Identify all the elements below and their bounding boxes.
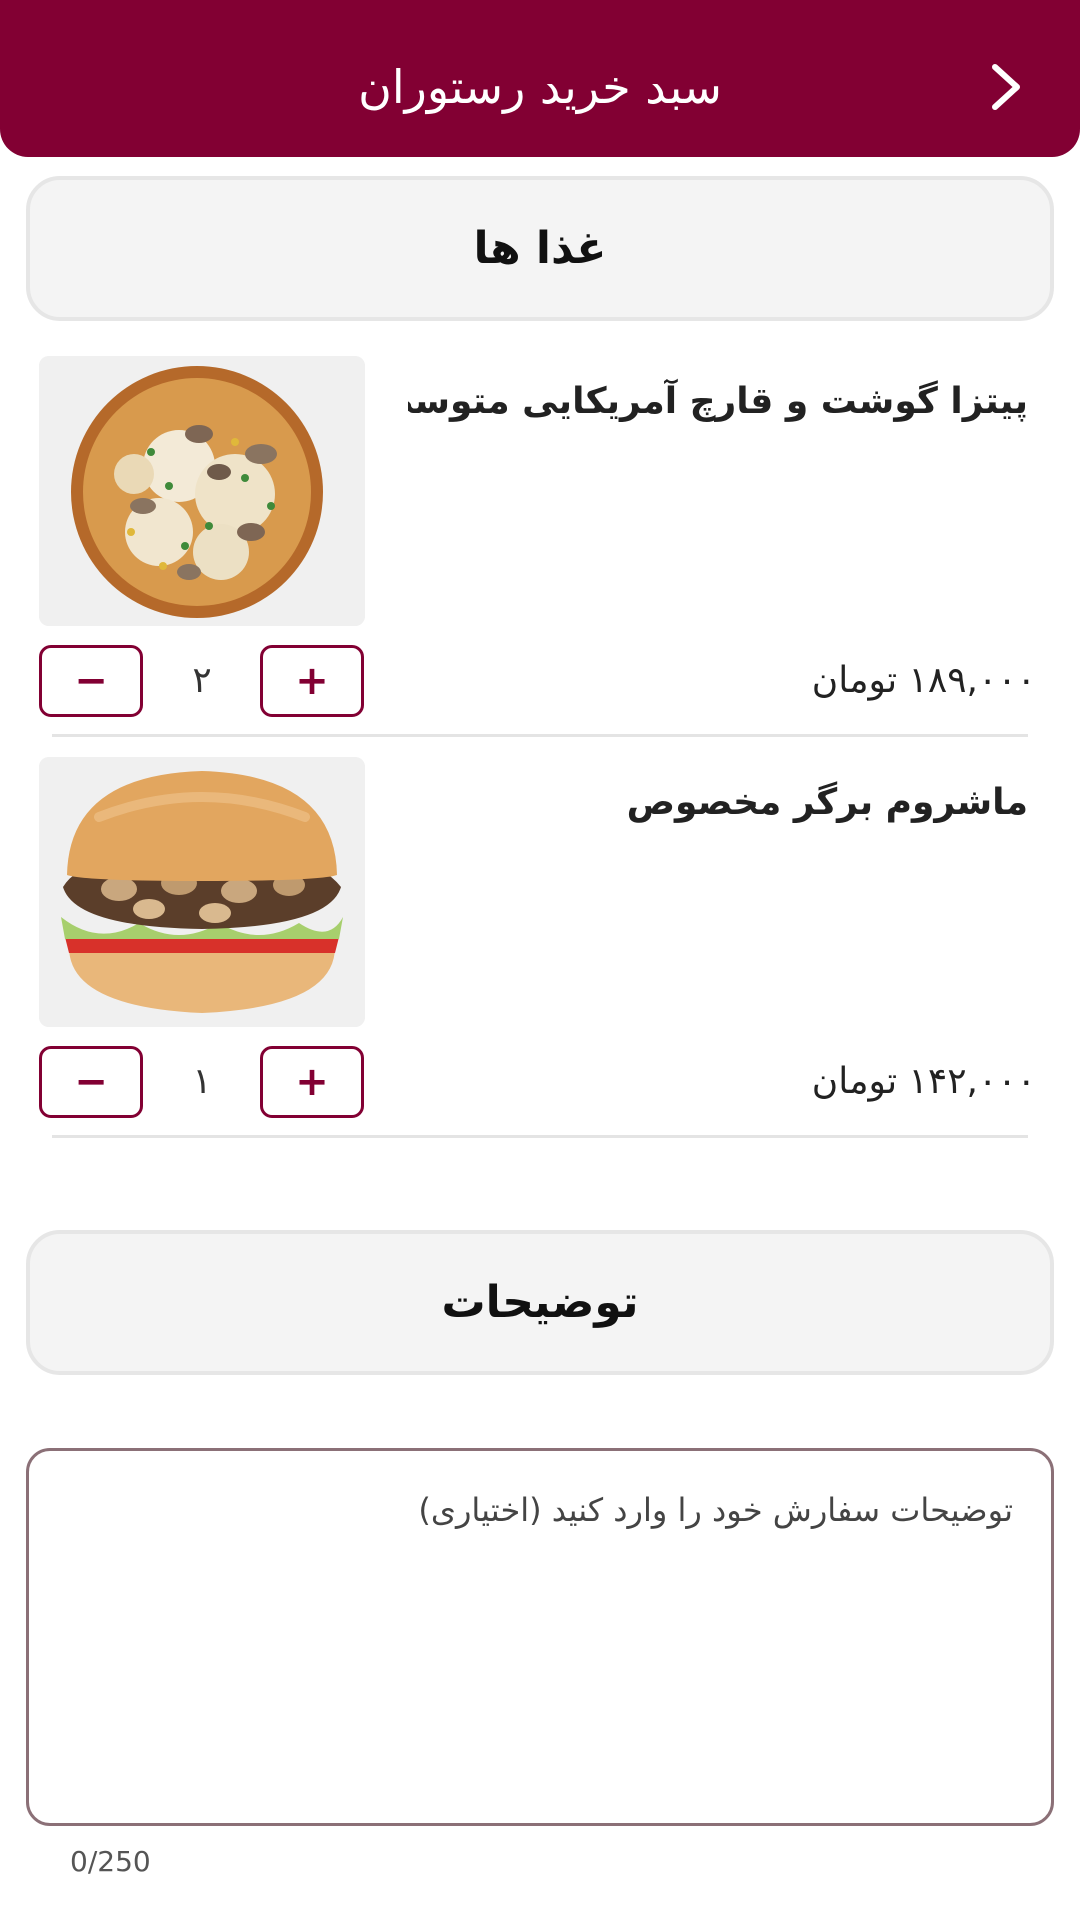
foods-section-header: غذا ها	[26, 176, 1054, 321]
notes-section-header: توضیحات	[26, 1230, 1054, 1375]
quantity-value: ۱	[192, 1061, 212, 1102]
plus-icon: +	[295, 658, 329, 704]
chevron-right-icon	[992, 64, 1020, 110]
increase-quantity-button[interactable]: +	[260, 645, 364, 717]
food-image-pizza	[39, 356, 365, 626]
item-name: پیتزا گوشت و قارچ آمریکایی متوسط (۲...	[408, 381, 1028, 422]
app-bar: سبد خرید رستوران	[0, 0, 1080, 157]
decrease-quantity-button[interactable]: −	[39, 645, 143, 717]
order-notes-input[interactable]	[49, 1471, 1033, 1801]
item-name: ماشروم برگر مخصوص	[626, 782, 1028, 823]
order-notes-box	[26, 1448, 1054, 1826]
food-image-burger	[39, 757, 365, 1027]
cart-item: پیتزا گوشت و قارچ آمریکایی متوسط (۲... −…	[0, 356, 1080, 736]
cart-item: ماشروم برگر مخصوص − ۱ + ۱۴۲,۰۰۰ تومان	[0, 757, 1080, 1137]
item-price: ۱۸۹,۰۰۰ تومان	[811, 660, 1036, 701]
minus-icon: −	[74, 658, 108, 704]
character-counter: 0/250	[70, 1845, 151, 1878]
increase-quantity-button[interactable]: +	[260, 1046, 364, 1118]
plus-icon: +	[295, 1059, 329, 1105]
page-title: سبد خرید رستوران	[358, 60, 722, 114]
quantity-value: ۲	[192, 660, 212, 701]
item-price: ۱۴۲,۰۰۰ تومان	[811, 1061, 1036, 1102]
divider	[52, 734, 1028, 737]
divider	[52, 1135, 1028, 1138]
minus-icon: −	[74, 1059, 108, 1105]
decrease-quantity-button[interactable]: −	[39, 1046, 143, 1118]
back-button[interactable]	[972, 52, 1042, 122]
